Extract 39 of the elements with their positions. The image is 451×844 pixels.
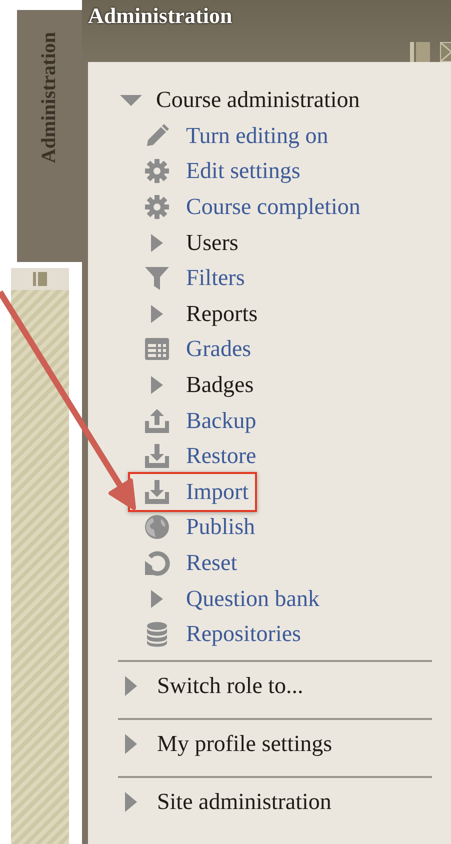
menu-link[interactable]: Publish bbox=[186, 514, 256, 540]
download-icon bbox=[143, 442, 171, 470]
reset-icon bbox=[143, 548, 171, 577]
menu-item[interactable]: Badges bbox=[186, 372, 254, 398]
menu-link[interactable]: Edit settings bbox=[186, 158, 300, 184]
section-label[interactable]: Switch role to... bbox=[157, 672, 304, 699]
caret-right-icon bbox=[151, 590, 163, 608]
menu-link[interactable]: Restore bbox=[186, 443, 256, 470]
dock-icon[interactable] bbox=[33, 272, 47, 286]
menu-link[interactable]: Turn editing on bbox=[186, 122, 328, 149]
menu-item[interactable]: Users bbox=[186, 230, 238, 256]
download-icon bbox=[143, 478, 171, 506]
filter-icon bbox=[143, 264, 171, 292]
globe-icon bbox=[143, 513, 171, 542]
menu-link[interactable]: Backup bbox=[186, 408, 256, 434]
caret-right-icon bbox=[151, 376, 163, 394]
gear-icon bbox=[143, 157, 171, 186]
section-label[interactable]: Site administration bbox=[157, 788, 332, 815]
dock-icon[interactable] bbox=[410, 42, 430, 62]
section-label[interactable]: My profile settings bbox=[157, 730, 332, 757]
block-title: Administration bbox=[88, 3, 234, 29]
menu-link[interactable]: Filters bbox=[186, 265, 245, 292]
caret-right-icon bbox=[151, 304, 163, 323]
caret-right-icon[interactable] bbox=[125, 676, 137, 696]
caret-right-icon[interactable] bbox=[125, 792, 137, 812]
caret-right-icon[interactable] bbox=[125, 734, 137, 754]
upload-icon bbox=[143, 406, 171, 435]
menu-link[interactable]: Import bbox=[186, 478, 249, 505]
menu-link[interactable]: Course completion bbox=[186, 194, 360, 220]
tree-node-label[interactable]: Course administration bbox=[156, 87, 360, 113]
menu-item[interactable]: Reports bbox=[186, 300, 258, 327]
menu-link[interactable]: Grades bbox=[186, 336, 252, 362]
menu-link[interactable]: Question bank bbox=[186, 586, 320, 612]
gear-icon bbox=[143, 192, 171, 221]
caret-down-icon[interactable] bbox=[120, 94, 142, 106]
menu-link[interactable]: Reset bbox=[186, 550, 238, 576]
dock-tab-label: Administration bbox=[38, 32, 61, 164]
caret-right-icon bbox=[151, 234, 163, 252]
menu-link[interactable]: Repositories bbox=[186, 621, 301, 648]
